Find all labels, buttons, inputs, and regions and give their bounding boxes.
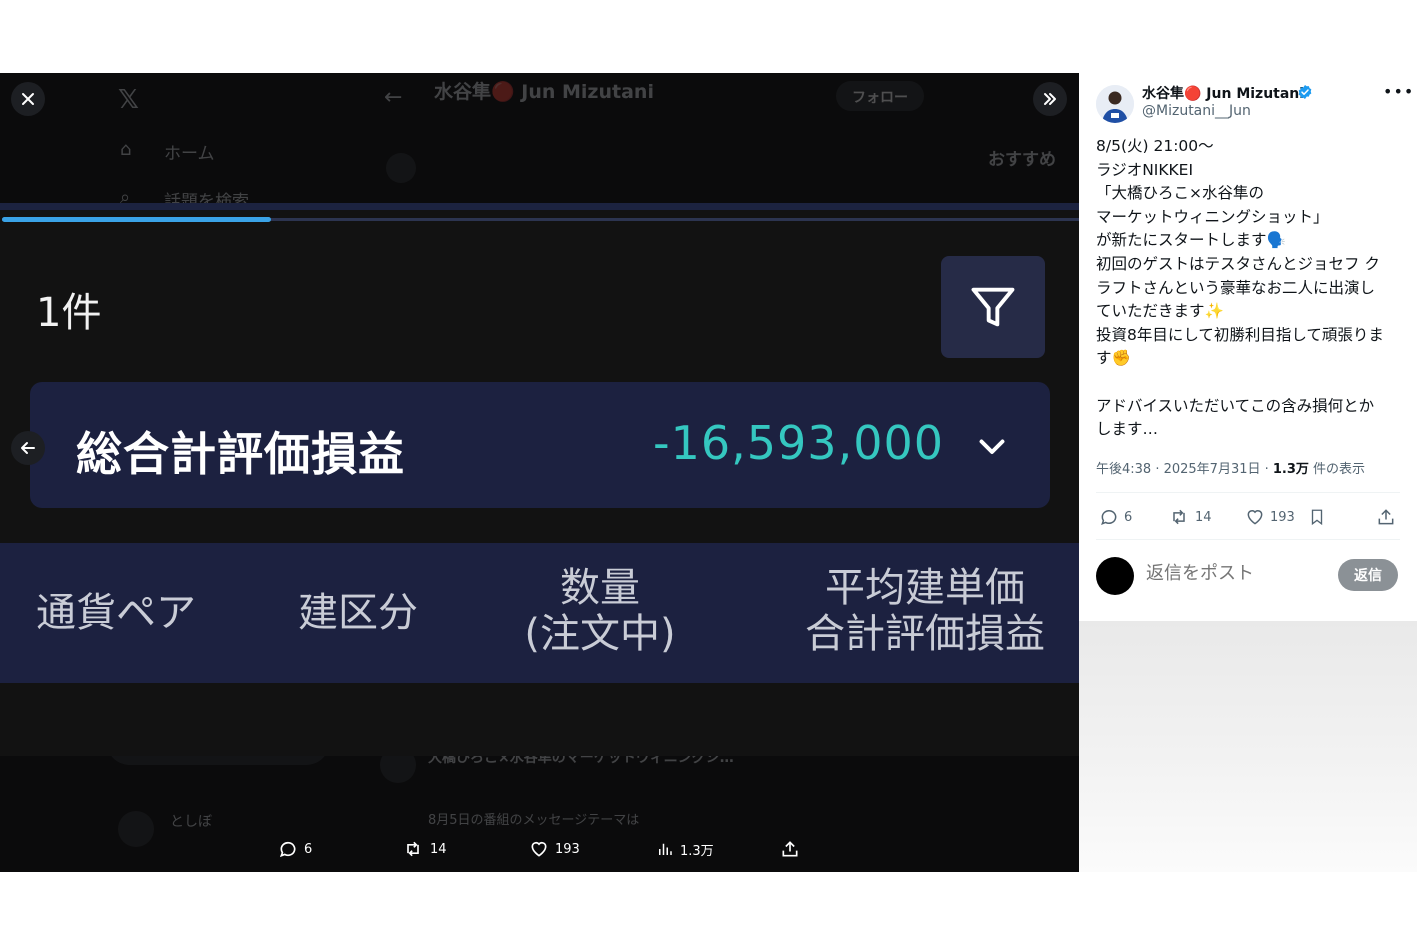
ghost-note: 8月5日の番組のメッセージテーマは xyxy=(428,813,640,828)
tweet-views-label: 件の表示 xyxy=(1308,462,1366,477)
trading-app-screenshot: 1件 総合計評価損益 -16,593,000 通貨ペア 建区分 数量 (注文中)… xyxy=(0,203,1079,756)
tweet-line: ラジオNIKKEI xyxy=(1096,160,1194,179)
tweet-line: します… xyxy=(1096,420,1159,439)
ghost-home-label: ホーム xyxy=(164,144,215,164)
share-icon xyxy=(782,841,798,857)
total-pl-title: 総合計評価損益 xyxy=(76,427,405,481)
reply-button[interactable]: 6 xyxy=(1099,507,1132,527)
heart-icon xyxy=(1247,510,1263,525)
close-button[interactable] xyxy=(11,82,45,116)
double-chevron-right-icon xyxy=(1044,93,1056,105)
repost-icon xyxy=(1173,509,1185,525)
ghost-follow-label: フォロー xyxy=(852,90,908,106)
reply-icon xyxy=(1101,510,1117,525)
previous-image-button[interactable] xyxy=(11,431,45,465)
tweet-stats-bar: 6 14 193 xyxy=(1096,506,1400,530)
progress-bar xyxy=(2,217,271,222)
tweet-line: 初回のゲストはテスタさんとジョセフ ク xyxy=(1096,254,1380,273)
tweet-line: マーケットウィニングショット」 xyxy=(1096,207,1329,226)
share-icon xyxy=(1378,509,1394,525)
current-user-avatar xyxy=(1096,557,1134,595)
ghost-user-name: としぼ xyxy=(170,814,212,830)
tweet-metadata: 午後4:38 · 2025年7月31日 · 1.3万 件の表示 xyxy=(1096,458,1365,477)
repost-button[interactable]: 14 xyxy=(1168,507,1212,527)
tweet-line: アドバイスいただいてこの含み損何とか xyxy=(1096,396,1375,415)
panel-lower-area xyxy=(1079,621,1417,872)
back-arrow-icon: ← xyxy=(384,85,403,110)
viewer-share-button[interactable] xyxy=(780,839,800,859)
column-average-price: 平均建単価 合計評価損益 xyxy=(800,565,1050,657)
share-button[interactable] xyxy=(1376,507,1396,527)
tweet-line: ラフトさんという豪華なお二人に出演し xyxy=(1096,278,1376,297)
divider xyxy=(1096,492,1400,493)
viewer-view-count: 1.3万 xyxy=(680,843,714,859)
ghost-home-icon: ⌂ xyxy=(120,139,132,160)
result-count: 1件 xyxy=(36,290,102,336)
arrow-left-icon xyxy=(21,442,35,454)
column-quantity: 数量 (注文中) xyxy=(520,565,680,657)
column-average-line1: 平均建単価 xyxy=(825,565,1025,611)
tweet-line: す✊ xyxy=(1096,349,1131,368)
viewer-repost-count: 14 xyxy=(430,841,447,857)
reply-count: 6 xyxy=(1124,509,1133,525)
tweet-views-number: 1.3万 xyxy=(1272,462,1309,477)
tweet-line: ていただきます✨ xyxy=(1096,302,1224,321)
close-icon xyxy=(22,93,34,105)
author-avatar-image xyxy=(1096,85,1134,123)
ghost-author: 水谷隼🔴 Jun Mizutani xyxy=(434,81,654,103)
column-quantity-line2: (注文中) xyxy=(524,611,676,657)
like-button[interactable]: 193 xyxy=(1245,507,1295,527)
bookmark-icon xyxy=(1311,509,1323,526)
repost-count: 14 xyxy=(1195,509,1212,525)
author-handle[interactable]: @Mizutani__Jun xyxy=(1142,103,1251,119)
ghost-follow-button xyxy=(836,81,924,111)
like-count: 193 xyxy=(1270,509,1295,525)
filter-button[interactable] xyxy=(941,256,1045,358)
viewer-reply-button[interactable]: 6 xyxy=(278,839,312,859)
more-options-button[interactable]: ••• xyxy=(1383,82,1414,101)
reply-input[interactable] xyxy=(1144,562,1328,585)
heart-icon xyxy=(531,841,547,857)
media-viewer: 𝕏 ← 水谷隼🔴 Jun Mizutani フォロー ⌂ ホーム ⌕ 話題を検索… xyxy=(0,73,1079,872)
viewer-like-count: 193 xyxy=(555,841,580,857)
column-currency-pair: 通貨ペア xyxy=(36,590,196,636)
tweet-line: 投資8年目にして初勝利目指して頑張りま xyxy=(1096,325,1384,344)
viewer-repost-button[interactable]: 14 xyxy=(402,839,447,859)
divider xyxy=(1096,539,1400,540)
tweet-line-break xyxy=(1096,371,1406,395)
viewer-reply-count: 6 xyxy=(304,841,313,857)
viewer-like-button[interactable]: 193 xyxy=(529,839,580,859)
viewer-views-button[interactable]: 1.3万 xyxy=(656,839,714,859)
collapse-panel-button[interactable] xyxy=(1033,82,1067,116)
reply-submit-button[interactable]: 返信 xyxy=(1338,559,1398,591)
screenshot-top-strip xyxy=(0,203,1079,210)
tweet-timestamp[interactable]: 午後4:38 · 2025年7月31日 · xyxy=(1096,462,1273,477)
ghost-recommend: おすすめ xyxy=(988,150,1056,170)
column-quantity-line1: 数量 xyxy=(560,565,640,611)
more-dots-icon: ••• xyxy=(1383,82,1415,101)
tweet-line: 「大橋ひろこ×水谷隼の xyxy=(1096,184,1264,203)
tweet-panel: 水谷隼🔴 Jun Mizutani @Mizutani__Jun ••• 8/5… xyxy=(1079,73,1417,621)
positions-table-header: 通貨ペア 建区分 数量 (注文中) 平均建単価 合計評価損益 xyxy=(0,543,1079,683)
reply-icon xyxy=(279,841,296,858)
total-pl-value: -16,593,000 xyxy=(653,416,944,470)
views-icon xyxy=(659,843,672,855)
verified-badge-icon xyxy=(1298,85,1312,99)
author-display-name[interactable]: 水谷隼🔴 Jun Mizutani xyxy=(1142,83,1304,103)
chevron-down-icon[interactable] xyxy=(974,428,1010,464)
x-logo: 𝕏 xyxy=(118,85,139,115)
viewer-action-bar: 6 14 193 1.3万 xyxy=(0,835,1079,865)
column-average-line2: 合計評価損益 xyxy=(805,611,1045,657)
tweet-text: 8/5(火) 21:00〜 ラジオNIKKEI 「大橋ひろこ×水谷隼の マーケッ… xyxy=(1096,135,1406,442)
tweet-line: が新たにスタートします🗣️ xyxy=(1096,231,1286,250)
column-position-type: 建区分 xyxy=(298,590,418,636)
repost-icon xyxy=(407,841,419,857)
filter-icon xyxy=(971,287,1015,327)
tweet-line: 8/5(火) 21:00〜 xyxy=(1096,137,1214,155)
bookmark-button[interactable] xyxy=(1308,507,1326,527)
total-pl-card[interactable]: 総合計評価損益 -16,593,000 xyxy=(30,382,1050,508)
ghost-avatar xyxy=(386,153,416,183)
avatar[interactable] xyxy=(1096,85,1134,123)
